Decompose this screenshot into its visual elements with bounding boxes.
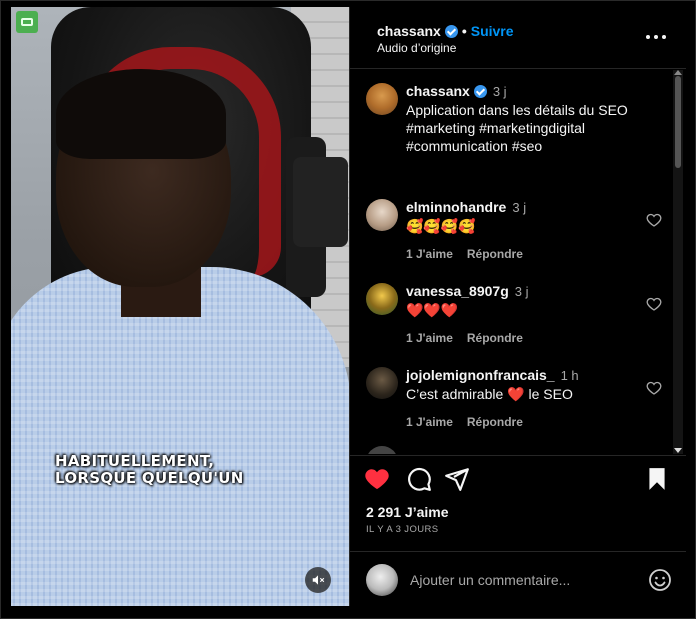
comments-list: chassanx 3 j Application dans les détails… <box>350 70 686 454</box>
current-user-avatar <box>366 564 398 596</box>
comment-input[interactable]: Ajouter un commentaire... <box>410 572 570 588</box>
reply-button[interactable]: Répondre <box>467 247 523 261</box>
comment-icon[interactable] <box>406 466 432 492</box>
comment-time: 3 j <box>512 200 527 215</box>
verified-icon <box>473 85 487 98</box>
commenter-avatar[interactable] <box>366 367 398 399</box>
comment-username[interactable]: vanessa_8907g <box>406 283 509 299</box>
post-footer: 2 291 J’aime IL Y A 3 JOURS Ajouter un c… <box>350 455 686 606</box>
comment-actions: 1 J'aime Répondre <box>406 413 641 431</box>
post-date: IL Y A 3 JOURS <box>366 524 439 535</box>
scroll-down-icon[interactable] <box>674 448 682 453</box>
more-options-icon[interactable] <box>646 29 666 45</box>
comment-actions: 1 J'aime Répondre <box>406 329 641 347</box>
heart-emoji: ❤️ <box>507 386 525 402</box>
reply-button[interactable]: Répondre <box>467 331 523 345</box>
comment-likes-count[interactable]: 1 J'aime <box>406 247 453 261</box>
scrollbar-thumb[interactable] <box>675 76 681 168</box>
comment-body: elminnohandre 3 j 🥰🥰🥰🥰 1 J'aime Répondre <box>406 198 641 263</box>
bookmark-icon[interactable] <box>644 466 670 492</box>
comment-body: vanessa_8907g 3 j ❤️❤️❤️ 1 J'aime Répondre <box>406 282 641 347</box>
comment-actions: 1 J'aime Répondre <box>406 245 641 263</box>
subtitle-line-1: HABITUELLEMENT, <box>55 452 215 470</box>
caption-time: 3 j <box>492 84 507 99</box>
heart-icon[interactable] <box>364 466 390 492</box>
comment-username[interactable]: elminnohandre <box>406 199 506 215</box>
post-video[interactable]: HABITUELLEMENT, LORSQUE QUELQU'UN <box>11 7 349 606</box>
caption-hashtags-1[interactable]: #marketing #marketingdigital <box>406 119 646 137</box>
comment-username[interactable]: jojolemignonfrancais_ <box>406 367 555 383</box>
audio-link[interactable]: Audio d’origine <box>377 41 456 55</box>
video-subtitle: HABITUELLEMENT, LORSQUE QUELQU'UN <box>55 453 315 487</box>
comment-item: jojolemignonfrancais_ 1 h C’est admirable… <box>366 366 666 446</box>
comment-text: 🥰🥰🥰🥰 <box>406 218 476 234</box>
follow-button[interactable]: Suivre <box>471 23 514 39</box>
comment-text-end: le SEO <box>528 386 573 402</box>
post-modal: HABITUELLEMENT, LORSQUE QUELQU'UN chassa… <box>0 0 696 619</box>
comment-item: elminnohandre 3 j 🥰🥰🥰🥰 1 J'aime Répondre <box>366 198 666 278</box>
post-header: chassanx • Suivre Audio d’origine <box>350 7 686 69</box>
comments-scrollbar[interactable] <box>673 70 683 454</box>
comment-body: jojolemignonfrancais_ 1 h C’est admirable… <box>406 366 641 431</box>
caption-username[interactable]: chassanx <box>406 83 470 99</box>
commenter-avatar[interactable] <box>366 199 398 231</box>
comment-time: 1 h <box>560 368 579 383</box>
reply-button[interactable]: Répondre <box>467 415 523 429</box>
comment-text-start: C’est admirable <box>406 386 504 402</box>
microphone <box>293 157 348 247</box>
subtitle-line-2: LORSQUE QUELQU'UN <box>55 469 244 487</box>
caption-text-1: Application dans les détails du SEO <box>406 102 628 118</box>
reels-badge-icon <box>16 11 38 33</box>
author-avatar[interactable] <box>366 83 398 115</box>
comment-text: ❤️❤️❤️ <box>406 302 459 318</box>
add-comment-bar: Ajouter un commentaire... <box>350 551 686 607</box>
post-details-panel: chassanx • Suivre Audio d’origine chassanx… <box>349 7 686 606</box>
comment-time: 3 j <box>514 284 529 299</box>
comment-heart-icon[interactable] <box>646 380 662 396</box>
comment-likes-count[interactable]: 1 J'aime <box>406 331 453 345</box>
action-bar <box>364 466 674 496</box>
caption-body: chassanx 3 j Application dans les détails… <box>406 82 646 155</box>
emoji-icon[interactable] <box>648 568 672 592</box>
commenter-avatar[interactable] <box>366 283 398 315</box>
separator: • <box>461 23 467 39</box>
person-shirt-texture <box>11 267 349 606</box>
person-hair <box>56 69 226 159</box>
verified-icon <box>444 25 458 38</box>
likes-count[interactable]: 2 291 J’aime <box>366 504 449 520</box>
comment-heart-icon[interactable] <box>646 212 662 228</box>
comment-likes-count[interactable]: 1 J'aime <box>406 415 453 429</box>
author-username[interactable]: chassanx <box>377 23 441 39</box>
share-icon[interactable] <box>444 466 470 492</box>
comment-item: vanessa_8907g 3 j ❤️❤️❤️ 1 J'aime Répondre <box>366 282 666 362</box>
scroll-up-icon[interactable] <box>674 70 682 75</box>
mute-icon <box>312 575 325 585</box>
comment-heart-icon[interactable] <box>646 296 662 312</box>
caption-hashtags-2[interactable]: #communication #seo <box>406 137 646 155</box>
comment-text: C’est admirable ❤️ le SEO <box>406 385 641 403</box>
commenter-avatar-partial <box>366 446 398 454</box>
header-user-row: chassanx • Suivre <box>377 23 514 39</box>
mute-button[interactable] <box>305 567 331 593</box>
